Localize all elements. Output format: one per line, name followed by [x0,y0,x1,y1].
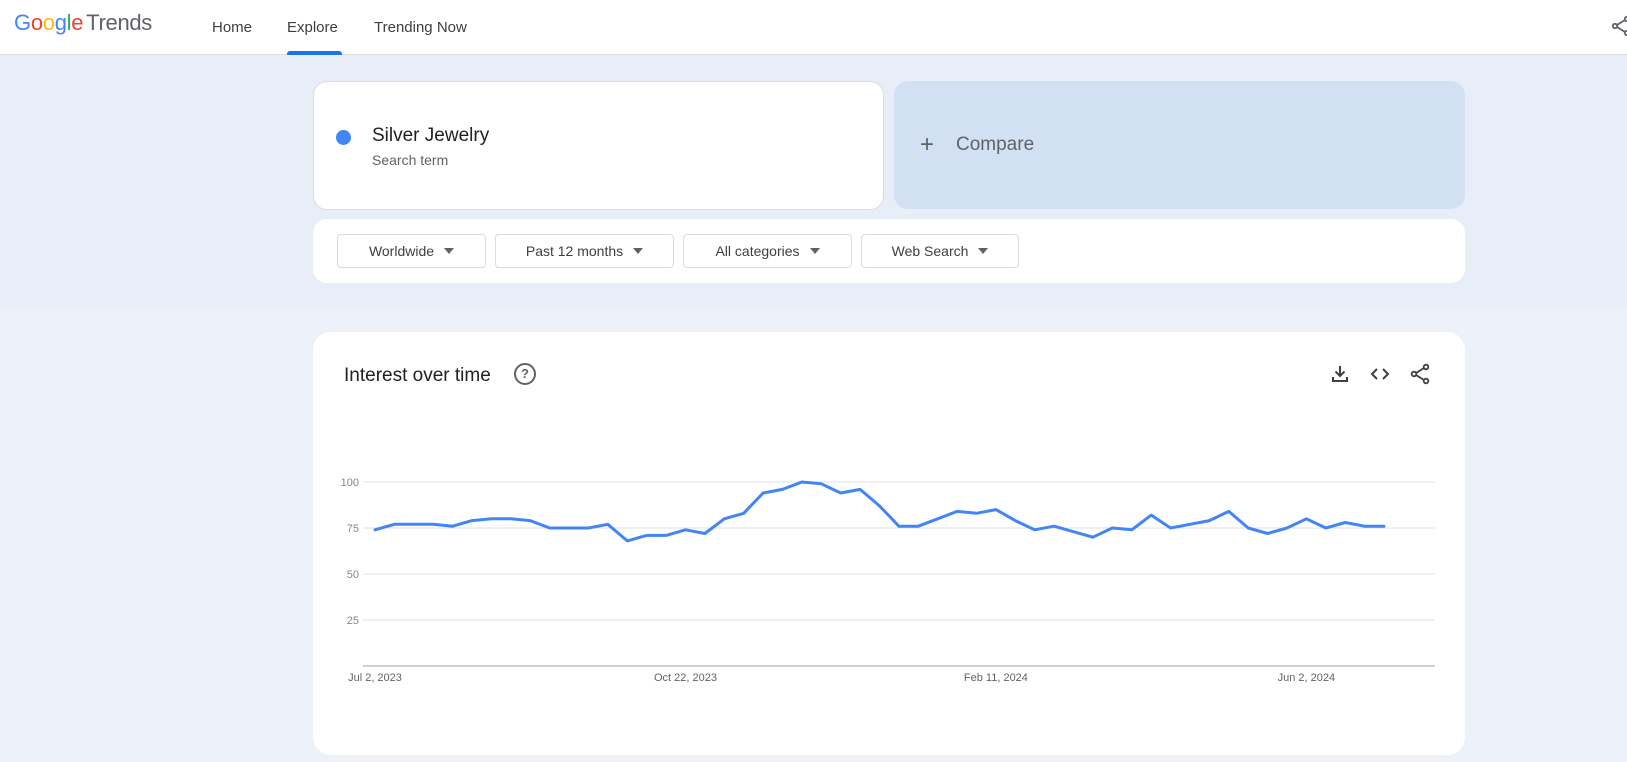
google-trends-logo[interactable]: Google Trends [14,10,152,36]
compare-label: Compare [956,134,1035,155]
time-range-dropdown[interactable]: Past 12 months [495,234,674,268]
share-icon[interactable] [1609,14,1627,38]
trends-wordmark: Trends [86,10,153,35]
x-tick-label: Oct 22, 2023 [654,672,717,684]
search-term-card[interactable]: Silver Jewelry Search term [313,81,884,210]
region-value: Worldwide [368,243,435,259]
y-tick-label: 25 [347,615,359,627]
filters-bar: Worldwide Past 12 months All categories … [313,219,1465,283]
series-color-dot [336,130,351,145]
plus-icon: + [920,131,935,158]
compare-button[interactable]: + Compare [894,81,1465,209]
top-bar: Google Trends Home Explore Trending Now [0,0,1627,55]
google-wordmark: Google [14,10,84,35]
search-term-name[interactable]: Silver Jewelry [372,125,489,147]
region-dropdown[interactable]: Worldwide [337,234,486,268]
category-dropdown[interactable]: All categories [683,234,852,268]
interest-over-time-card: Interest over time ? 25 50 75 100 Jul 2, 202… [313,332,1465,755]
time-range-value: Past 12 months [525,243,624,259]
search-term-type: Search term [372,152,449,168]
category-value: All categories [715,243,800,259]
x-tick-label: Feb 11, 2024 [964,672,1028,684]
chevron-down-icon [444,248,455,254]
x-tick-label: Jul 2, 2023 [348,672,402,684]
search-type-value: Web Search [891,243,969,259]
series-line-silver-jewelry [373,480,1386,543]
x-tick-label: Jun 2, 2024 [1278,672,1336,684]
y-tick-label: 100 [341,477,359,489]
search-type-dropdown[interactable]: Web Search [861,234,1019,268]
nav-explore[interactable]: Explore [287,0,338,55]
nav-trending-now[interactable]: Trending Now [374,0,467,55]
chevron-down-icon [978,248,989,254]
y-tick-label: 50 [347,569,359,581]
chevron-down-icon [809,248,820,254]
chevron-down-icon [633,248,644,254]
interest-line-chart: 25 50 75 100 Jul 2, 2023 Oct 22, 2023 Feb 11, … [341,477,1435,684]
nav-home[interactable]: Home [212,0,252,55]
y-tick-label: 75 [347,523,359,535]
